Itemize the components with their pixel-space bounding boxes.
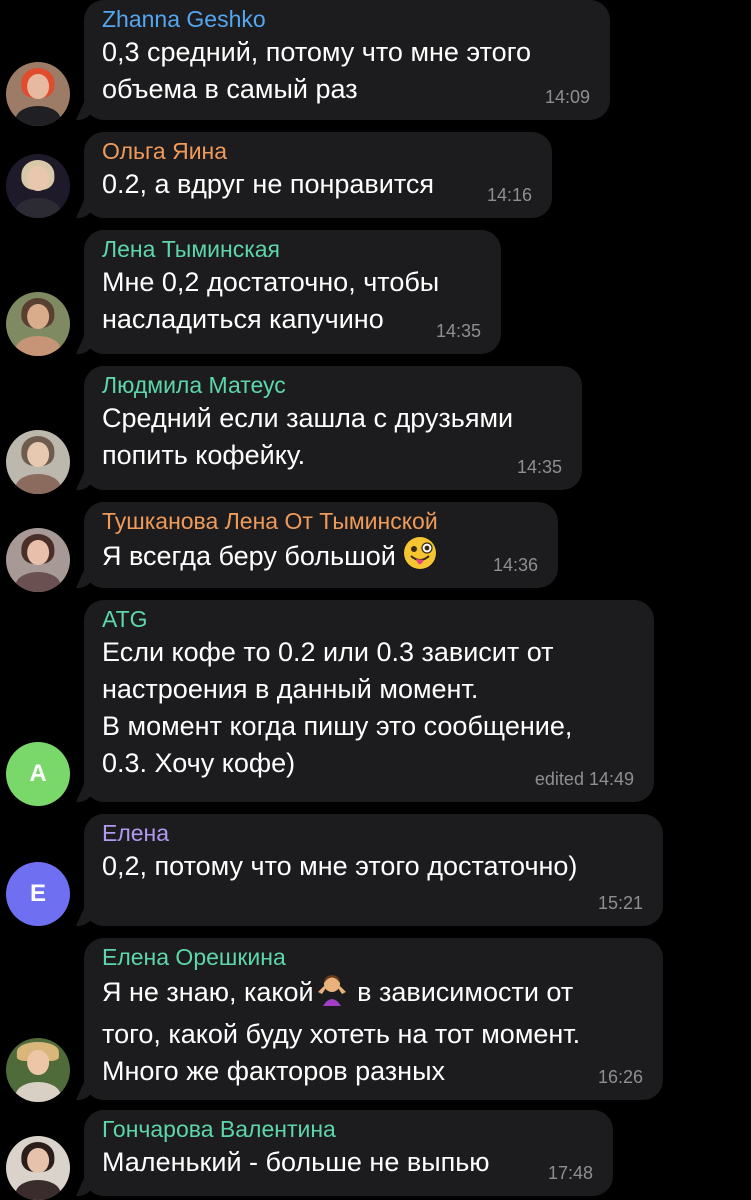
avatar[interactable]: [6, 430, 70, 494]
message-time: 14:09: [544, 87, 590, 107]
person-shrugging-emoji: [314, 972, 350, 1016]
sender-name[interactable]: ATG: [102, 604, 636, 634]
sender-name[interactable]: Zhanna Geshko: [102, 4, 592, 34]
message-text-line: Много же факторов разных: [102, 1056, 445, 1086]
message-text-line: 0,3 средний, потому что мне этого: [102, 37, 531, 67]
message-text-line: попить кофейку.: [102, 440, 306, 470]
message-text-line: насладиться капучино: [102, 304, 384, 334]
sender-name[interactable]: Гончарова Валентина: [102, 1114, 595, 1144]
message-time: 14:35: [435, 321, 481, 341]
message-text-line: Я не знаю, какой: [102, 977, 314, 1008]
avatar-initial: E: [29, 880, 46, 907]
message-text-line: 0,2, потому что мне этого достаточно): [102, 851, 578, 881]
message-text-line: Я всегда беру большой: [102, 541, 396, 572]
message-bubble[interactable]: Елена 0,2, потому что мне этого достаточ…: [76, 814, 663, 926]
message-time: 16:26: [597, 1067, 643, 1087]
message-bubble[interactable]: ATG Если кофе то 0.2 или 0.3 зависит от …: [76, 600, 654, 802]
message-text-line: того, какой буду хотеть на тот момент.: [102, 1019, 581, 1049]
sender-name[interactable]: Елена Орешкина: [102, 942, 645, 972]
message-text-line: Маленький - больше не выпью: [102, 1147, 490, 1177]
sender-name[interactable]: Елена: [102, 818, 645, 848]
avatar[interactable]: [6, 154, 70, 218]
message-text-line: Мне 0,2 достаточно, чтобы: [102, 267, 440, 297]
message-bubble[interactable]: Елена Орешкина Я не знаю, какой в зависи…: [76, 938, 663, 1100]
message-time: 14:16: [486, 185, 532, 205]
message-text-line: Если кофе то 0.2 или 0.3 зависит от: [102, 637, 554, 667]
message-bubble[interactable]: Zhanna Geshko 0,3 средний, потому что мн…: [76, 0, 610, 120]
message-bubble[interactable]: Людмила Матеус Средний если зашла с друз…: [76, 366, 582, 490]
message-bubble[interactable]: Гончарова Валентина Маленький - больше н…: [76, 1110, 613, 1196]
avatar[interactable]: E: [6, 862, 70, 926]
sender-name[interactable]: Ольга Яина: [102, 136, 534, 166]
message-time: edited 14:49: [534, 769, 634, 789]
message-time: 15:21: [597, 893, 643, 913]
avatar[interactable]: [6, 1038, 70, 1102]
message-text-segment: в зависимости от: [349, 977, 574, 1008]
message-time: 14:35: [516, 457, 562, 477]
avatar[interactable]: A: [6, 742, 70, 806]
avatar[interactable]: [6, 1136, 70, 1200]
avatar[interactable]: [6, 62, 70, 126]
message-text-line: Средний если зашла с друзьями: [102, 403, 514, 433]
winking-tongue-face-emoji: [403, 536, 437, 580]
message-bubble[interactable]: Лена Тыминская Мне 0,2 достаточно, чтобы…: [76, 230, 501, 354]
message-text-line: 0.2, а вдруг не понравится: [102, 169, 435, 199]
message-time: 17:48: [547, 1163, 593, 1183]
message-bubble[interactable]: Тушканова Лена От Тыминской Я всегда бер…: [76, 502, 558, 588]
message-time: 14:36: [492, 555, 538, 575]
message-text-line: объема в самый раз: [102, 74, 358, 104]
avatar[interactable]: [6, 292, 70, 356]
avatar[interactable]: [6, 528, 70, 592]
sender-name[interactable]: Лена Тыминская: [102, 234, 483, 264]
sender-name[interactable]: Людмила Матеус: [102, 370, 564, 400]
message-bubble[interactable]: Ольга Яина 0.2, а вдруг не понравится 14…: [76, 132, 552, 218]
sender-name[interactable]: Тушканова Лена От Тыминской: [102, 506, 540, 536]
message-text-line: В момент когда пишу это сообщение,: [102, 711, 573, 741]
avatar-initial: A: [29, 760, 47, 787]
message-text-line: настроения в данный момент.: [102, 674, 479, 704]
